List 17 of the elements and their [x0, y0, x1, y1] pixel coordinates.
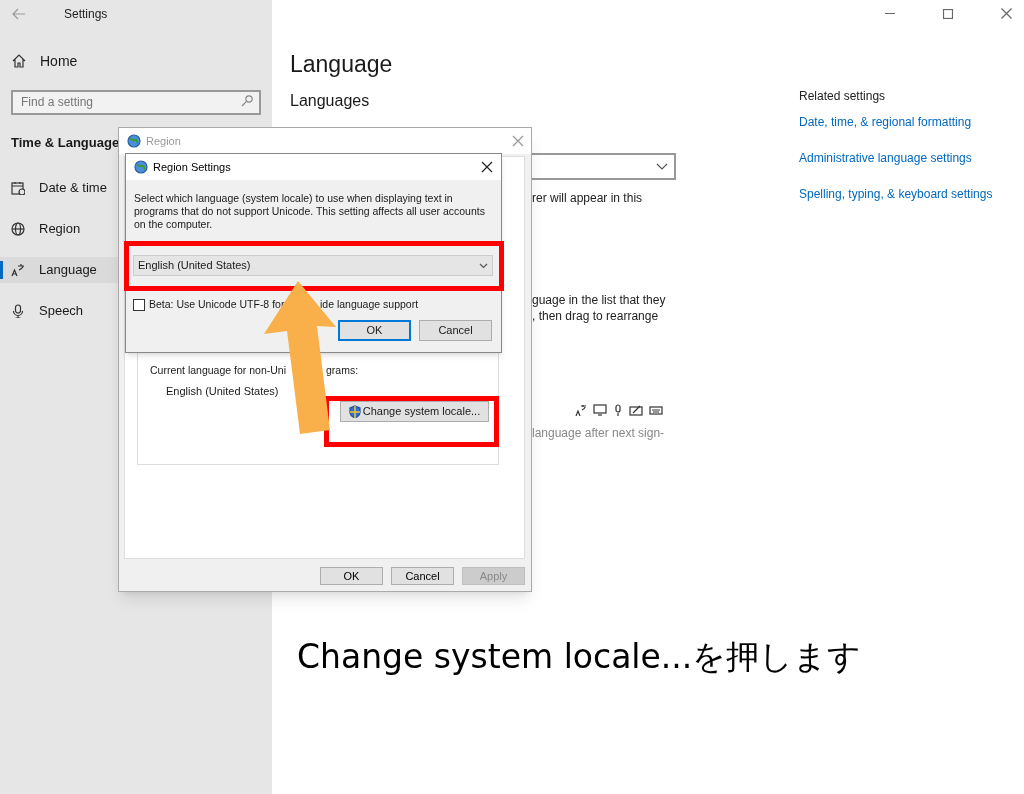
section-heading: Languages	[290, 91, 370, 111]
body-text: language after next sign-	[532, 425, 665, 442]
group-label: Current language for non-Uni	[150, 363, 286, 378]
body-text: , then drag to rearrange	[532, 308, 659, 325]
dialog-title: Region Settings	[153, 159, 231, 175]
annotation-caption: Change system locale...を押します	[297, 636, 862, 678]
group-label: grams:	[326, 363, 359, 378]
body-text: guage in the list that they	[532, 292, 666, 309]
checkbox-label: ide language support	[320, 297, 419, 312]
section-heading: Related settings	[799, 88, 886, 105]
body-text: rer will appear in this	[532, 190, 643, 207]
section-heading: Time & Language	[10, 134, 120, 149]
dialog-title: Region	[146, 133, 181, 149]
page-heading: Language	[290, 50, 393, 77]
window-title: Settings	[64, 6, 108, 23]
description-text: Select which language (system locale) to use when displaying text in programs that do not support Unicode. This setting affects all user accounts on the computer.	[134, 192, 486, 231]
group-value: English (United States)	[166, 384, 279, 399]
